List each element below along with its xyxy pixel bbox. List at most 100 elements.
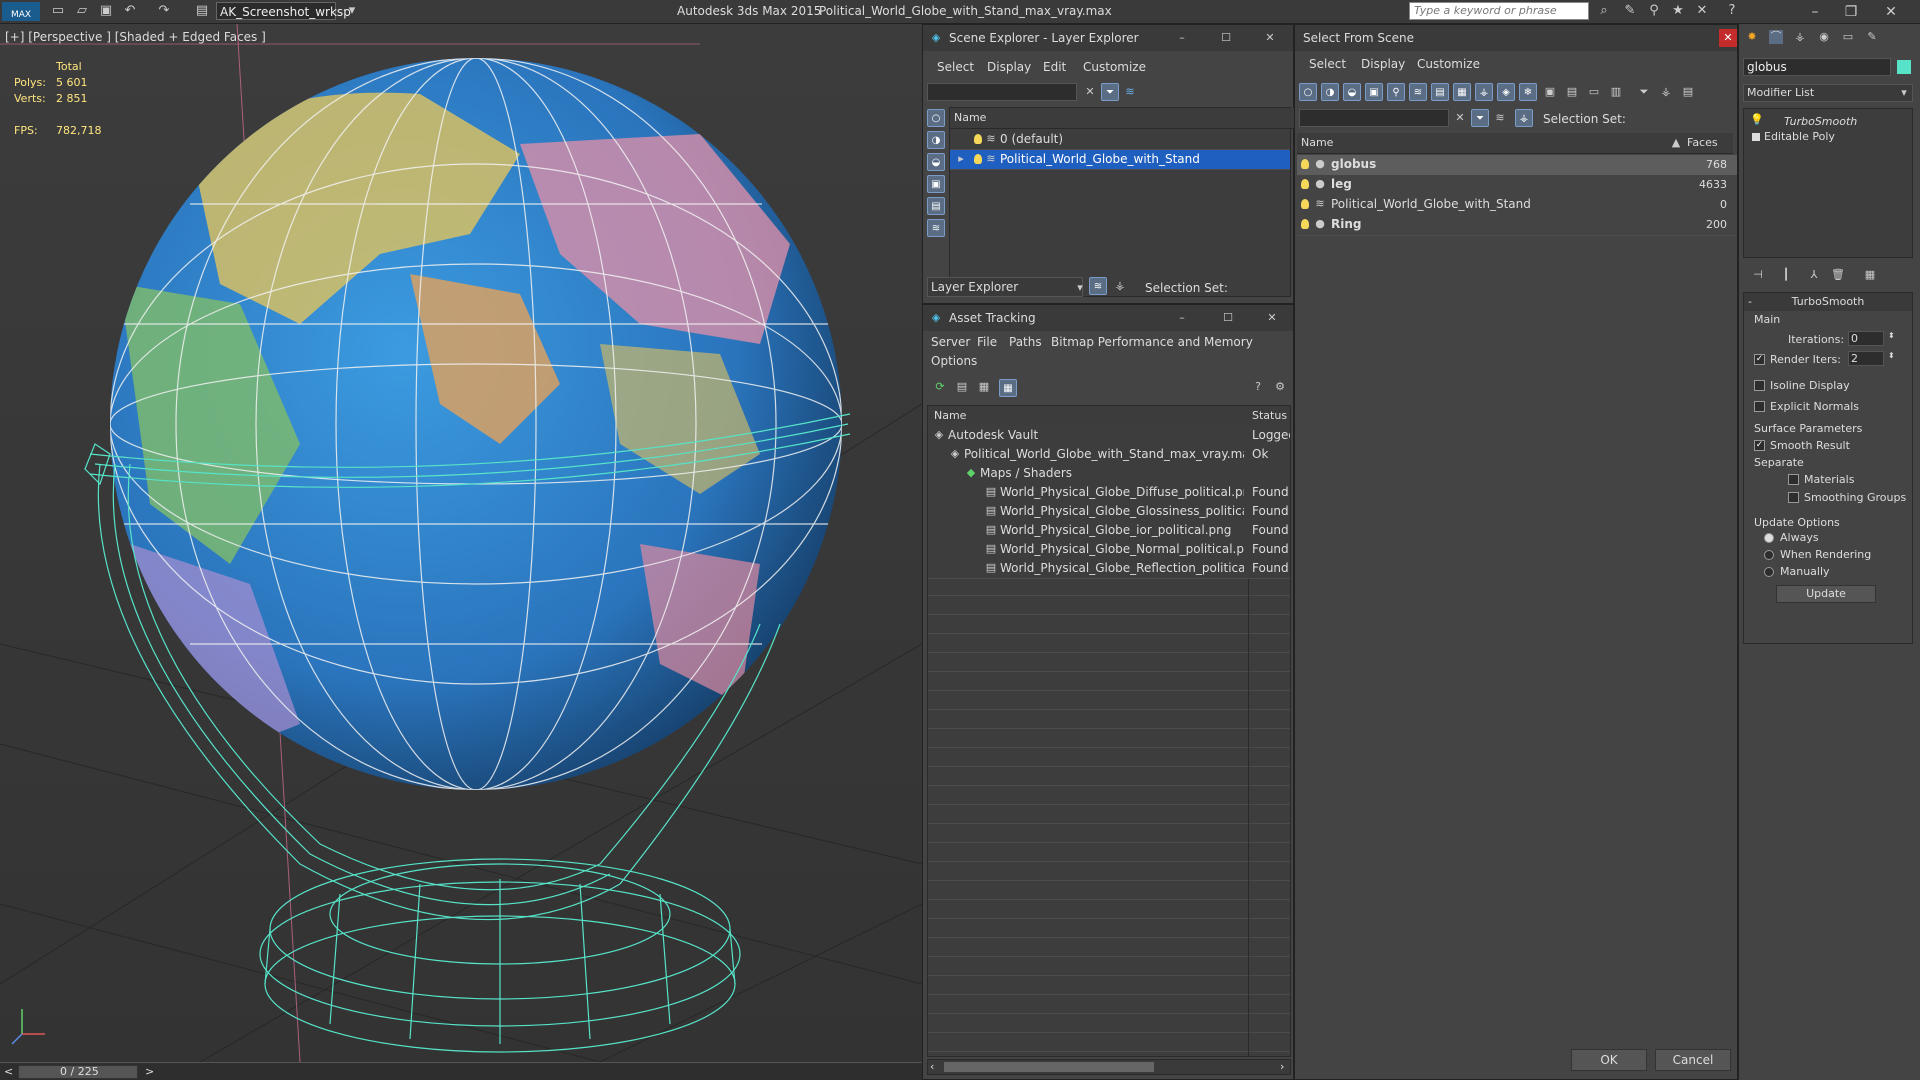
manually-radio[interactable] bbox=[1764, 567, 1774, 577]
motion-tab-icon[interactable]: ◉ bbox=[1817, 30, 1831, 44]
clear-search-icon[interactable]: ✕ bbox=[1083, 85, 1097, 99]
select-invert-icon[interactable]: ▥ bbox=[1609, 85, 1623, 99]
close-icon[interactable]: ✕ bbox=[1265, 311, 1279, 325]
always-radio[interactable] bbox=[1764, 533, 1774, 543]
column-header-name[interactable]: Name bbox=[1297, 133, 1688, 154]
filter-cameras-icon[interactable]: ▣ bbox=[1365, 83, 1383, 101]
filter-lights-icon[interactable]: ◒ bbox=[1343, 83, 1361, 101]
app-logo-icon[interactable]: MAX bbox=[2, 2, 40, 21]
project-folder-icon[interactable]: ▤ bbox=[194, 3, 210, 19]
filter-spacewarps-icon[interactable]: ≋ bbox=[1409, 83, 1427, 101]
asset-row[interactable]: ▤ World_Physical_Globe_ior_political.png F… bbox=[928, 521, 1290, 541]
when-rendering-radio[interactable] bbox=[1764, 550, 1774, 560]
display-shapes-icon[interactable]: ◑ bbox=[927, 131, 945, 149]
workspace-dropdown[interactable]: AK_Screenshot_wrksp bbox=[216, 2, 351, 20]
filter-xrefs-icon[interactable]: ▦ bbox=[1453, 83, 1471, 101]
asset-row[interactable]: ▤ World_Physical_Globe_Normal_political.p… bbox=[928, 540, 1290, 560]
menu-customize[interactable]: Customize bbox=[1083, 60, 1146, 74]
exchange-icon[interactable]: ✕ bbox=[1694, 3, 1710, 19]
asset-row[interactable]: ▤ World_Physical_Globe_Reflection_politic… bbox=[928, 559, 1290, 579]
modify-tab-icon[interactable]: ⌒ bbox=[1769, 30, 1783, 44]
options-icon[interactable]: ▤ bbox=[1681, 85, 1695, 99]
save-file-icon[interactable]: ▣ bbox=[98, 3, 114, 19]
close-icon[interactable]: ✕ bbox=[1719, 29, 1737, 47]
filter-icon[interactable]: ⏷ bbox=[1637, 85, 1651, 99]
select-all-icon[interactable]: ▤ bbox=[1565, 85, 1579, 99]
menu-file[interactable]: File bbox=[977, 335, 997, 349]
light-bulb-icon[interactable] bbox=[1301, 179, 1309, 189]
explorer-mode-dropdown[interactable]: Layer Explorer bbox=[927, 277, 1083, 297]
menu-customize[interactable]: Customize bbox=[1417, 57, 1480, 71]
smooth-result-checkbox[interactable]: ✓ bbox=[1754, 440, 1765, 451]
display-layers-icon[interactable]: ≋ bbox=[927, 219, 945, 237]
filter-icon[interactable]: ⏷ bbox=[1101, 83, 1119, 101]
maximize-icon[interactable]: ☐ bbox=[1219, 31, 1233, 45]
display-helpers-icon[interactable]: ▤ bbox=[927, 197, 945, 215]
rollout-title[interactable]: TurboSmooth bbox=[1744, 293, 1912, 311]
close-button[interactable]: ✕ bbox=[1876, 2, 1906, 22]
light-bulb-icon[interactable] bbox=[1301, 199, 1309, 209]
timeline-next-icon[interactable]: > bbox=[145, 1065, 154, 1078]
create-tab-icon[interactable]: ✸ bbox=[1745, 30, 1759, 44]
column-header-name[interactable]: Name bbox=[928, 406, 1255, 427]
light-bulb-icon[interactable] bbox=[974, 134, 982, 144]
layer-tree[interactable]: Name ≋ 0 (default) ▸ ≋ Political_World_G… bbox=[949, 107, 1294, 297]
help-icon[interactable]: ? bbox=[1724, 3, 1740, 19]
clear-search-icon[interactable]: ✕ bbox=[1453, 111, 1467, 125]
hierarchy-toggle-icon[interactable]: ⚶ bbox=[1515, 109, 1533, 127]
iterations-spinner[interactable]: 0 bbox=[1848, 331, 1884, 346]
filter-bones-icon[interactable]: ⚶ bbox=[1475, 83, 1493, 101]
subscription-icon[interactable]: ⚲ bbox=[1646, 3, 1662, 19]
asset-table[interactable]: Name Status ◈ Autodesk Vault Logged ◈ Politi… bbox=[927, 405, 1291, 1057]
tools-icon[interactable]: ✎ bbox=[1622, 3, 1638, 19]
filter-groups-icon[interactable]: ▤ bbox=[1431, 83, 1449, 101]
column-header-faces[interactable]: Faces bbox=[1683, 133, 1733, 154]
asset-row[interactable]: ◆ Maps / Shaders bbox=[928, 464, 1290, 484]
spinner-arrows-icon[interactable]: ⬍ bbox=[1888, 331, 1895, 340]
settings-icon[interactable]: ⚙ bbox=[1273, 380, 1287, 394]
asset-row[interactable]: ◈ Autodesk Vault Logged bbox=[928, 426, 1290, 446]
hierarchy-icon[interactable]: ⚶ bbox=[1659, 85, 1673, 99]
display-cameras-icon[interactable]: ▣ bbox=[927, 175, 945, 193]
close-icon[interactable]: ✕ bbox=[1263, 31, 1277, 45]
object-name-input[interactable]: globus bbox=[1743, 58, 1891, 76]
menu-server[interactable]: Server bbox=[931, 335, 970, 349]
scroll-right-icon[interactable]: › bbox=[1280, 1060, 1284, 1073]
restore-button[interactable]: ❐ bbox=[1836, 2, 1866, 22]
column-header-status[interactable]: Status bbox=[1248, 406, 1290, 427]
display-tab-icon[interactable]: ▭ bbox=[1841, 30, 1855, 44]
layer-row-globe[interactable]: ▸ ≋ Political_World_Globe_with_Stand bbox=[950, 150, 1290, 170]
table-view-icon[interactable]: ▦ bbox=[999, 379, 1017, 397]
thumbnail-view-icon[interactable]: ▦ bbox=[977, 380, 991, 394]
scene-object-row[interactable]: ● Ring 200 bbox=[1297, 215, 1737, 236]
scene-object-row[interactable]: ● leg 4633 bbox=[1297, 175, 1737, 196]
hierarchy-icon[interactable]: ⚶ bbox=[1113, 279, 1127, 293]
menu-select[interactable]: Select bbox=[937, 60, 974, 74]
undo-icon[interactable]: ↶ bbox=[122, 3, 138, 19]
explicit-normals-checkbox[interactable] bbox=[1754, 401, 1765, 412]
layers-toggle-icon[interactable]: ≋ bbox=[1089, 277, 1107, 295]
materials-checkbox[interactable] bbox=[1788, 474, 1799, 485]
chevron-down-icon[interactable]: ▾ bbox=[1897, 86, 1911, 100]
open-file-icon[interactable]: ▱ bbox=[74, 3, 90, 19]
cancel-button[interactable]: Cancel bbox=[1655, 1049, 1731, 1071]
isoline-checkbox[interactable] bbox=[1754, 380, 1765, 391]
select-search-input[interactable] bbox=[1299, 109, 1449, 127]
menu-display[interactable]: Display bbox=[1361, 57, 1405, 71]
menu-paths[interactable]: Paths bbox=[1009, 335, 1042, 349]
select-none-icon[interactable]: ▭ bbox=[1587, 85, 1601, 99]
utilities-tab-icon[interactable]: ✎ bbox=[1865, 30, 1879, 44]
sort-ascending-icon[interactable]: ▲ bbox=[1669, 136, 1683, 150]
ok-button[interactable]: OK bbox=[1571, 1049, 1647, 1071]
hierarchy-tab-icon[interactable]: ⚶ bbox=[1793, 30, 1807, 44]
smoothing-groups-checkbox[interactable] bbox=[1788, 492, 1799, 503]
stack-item-turbosmooth[interactable]: TurboSmooth bbox=[1784, 115, 1857, 128]
scene-object-list[interactable]: Name Faces ▲ ● globus 768 ● leg 4633 ≋ Politica… bbox=[1297, 133, 1737, 1069]
asset-row[interactable]: ▤ World_Physical_Globe_Glossiness_politic… bbox=[928, 502, 1290, 522]
light-bulb-icon[interactable]: 💡 bbox=[1750, 113, 1764, 127]
chevron-down-icon[interactable]: ▾ bbox=[1073, 281, 1087, 295]
menu-select[interactable]: Select bbox=[1309, 57, 1346, 71]
binoculars-icon[interactable]: ⌕ bbox=[1596, 3, 1612, 19]
update-button[interactable]: Update bbox=[1776, 585, 1876, 603]
pin-stack-icon[interactable]: ⊣ bbox=[1751, 268, 1765, 282]
